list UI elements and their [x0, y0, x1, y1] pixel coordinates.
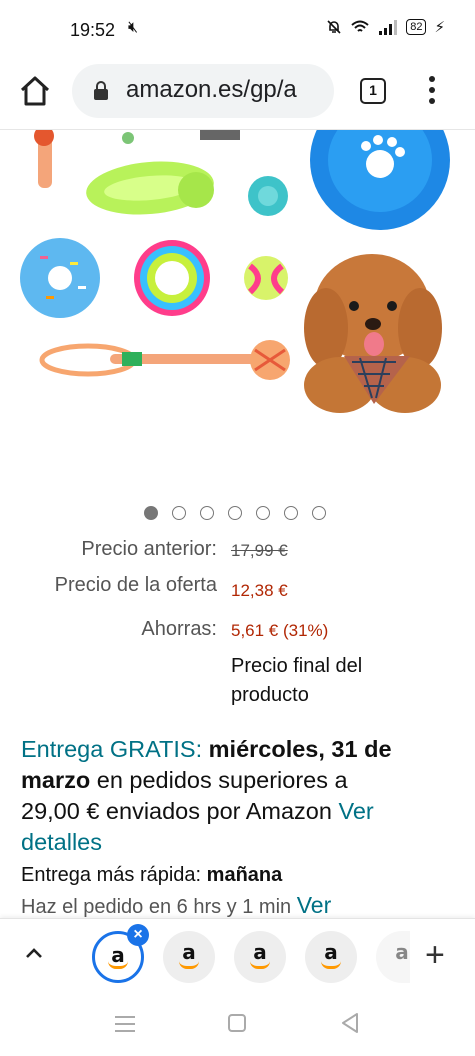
- browser-toolbar: amazon.es/gp/a 1: [0, 58, 475, 130]
- charging-icon: ⚡︎: [434, 19, 445, 36]
- order-by-text: Haz el pedido en 6 hrs y 1 min: [21, 896, 297, 918]
- tab-amazon-active[interactable]: a ×: [92, 924, 149, 983]
- carousel-dot[interactable]: [144, 506, 158, 520]
- previous-price-label: Precio anterior:: [81, 538, 217, 560]
- carousel-dot[interactable]: [256, 506, 270, 520]
- mute-icon: 🔇︎: [128, 19, 139, 36]
- tab-amazon[interactable]: a: [163, 931, 215, 983]
- tab-amazon-partial[interactable]: a: [376, 931, 410, 983]
- amazon-logo-icon: a: [395, 940, 409, 964]
- new-tab-icon[interactable]: +: [425, 935, 445, 975]
- fastest-delivery-label: Entrega más rápida:: [21, 864, 207, 886]
- previous-price-value: 17,99 €: [231, 541, 288, 560]
- details-link-part2[interactable]: detalles: [21, 829, 102, 855]
- final-price-note-line2: producto: [231, 684, 309, 706]
- home-nav-icon[interactable]: [228, 1014, 246, 1032]
- status-time: 19:52: [70, 20, 116, 40]
- signal-icon: [379, 20, 398, 35]
- carousel-dot[interactable]: [284, 506, 298, 520]
- fastest-delivery: Entrega más rápida: mañana: [21, 864, 282, 887]
- delivery-info: Entrega GRATIS: miércoles, 31 de marzo en…: [21, 734, 451, 858]
- tab-strip: a × a a a a +: [0, 918, 475, 992]
- delivery-date: miércoles, 31 de: [208, 736, 392, 762]
- status-icons: 82 ⚡︎: [326, 18, 445, 36]
- savings-value: 5,61 € (31%): [231, 621, 329, 640]
- recent-apps-icon[interactable]: [115, 1016, 135, 1037]
- final-price-note: Precio final del producto: [231, 652, 362, 710]
- status-bar: 19:52 🔇︎ 82 ⚡︎: [0, 0, 475, 58]
- home-icon[interactable]: [18, 74, 52, 108]
- deal-price-value: 12,38 €: [231, 581, 288, 600]
- carousel-dot[interactable]: [312, 506, 326, 520]
- tab-amazon[interactable]: a: [305, 931, 357, 983]
- system-nav-bar: [0, 992, 475, 1056]
- delivery-text-1: en pedidos superiores a: [90, 767, 348, 793]
- overflow-menu-icon[interactable]: [424, 76, 440, 108]
- details-link-part1[interactable]: Ver: [338, 798, 373, 824]
- free-delivery-label: Entrega GRATIS:: [21, 736, 203, 762]
- carousel-dot[interactable]: [200, 506, 214, 520]
- carousel-dot[interactable]: [228, 506, 242, 520]
- final-price-note-line1: Precio final del: [231, 655, 363, 677]
- lock-icon: [94, 81, 108, 100]
- image-carousel-indicator: [144, 506, 326, 520]
- tab-switcher-button[interactable]: 1: [360, 78, 386, 104]
- deal-price-label: Precio de la oferta: [54, 574, 217, 596]
- back-icon[interactable]: [340, 1012, 360, 1034]
- wifi-icon: [351, 20, 369, 32]
- carousel-dot[interactable]: [172, 506, 186, 520]
- url-text: amazon.es/gp/a: [126, 76, 297, 103]
- order-by-link[interactable]: Ver: [297, 892, 332, 918]
- product-image[interactable]: [0, 130, 475, 415]
- tab-amazon[interactable]: a: [234, 931, 286, 983]
- close-tab-icon[interactable]: ×: [127, 924, 149, 946]
- order-by-notice: Haz el pedido en 6 hrs y 1 min Ver: [21, 892, 331, 919]
- savings-label: Ahorras:: [141, 618, 217, 640]
- chevron-up-icon[interactable]: [22, 941, 46, 965]
- delivery-text-2: 29,00 € enviados por Amazon: [21, 798, 339, 824]
- battery-icon: 82: [406, 19, 427, 35]
- bell-off-icon: [327, 20, 341, 34]
- delivery-date-month: marzo: [21, 767, 91, 793]
- url-field[interactable]: amazon.es/gp/a: [72, 64, 334, 118]
- fastest-delivery-value: mañana: [206, 864, 283, 886]
